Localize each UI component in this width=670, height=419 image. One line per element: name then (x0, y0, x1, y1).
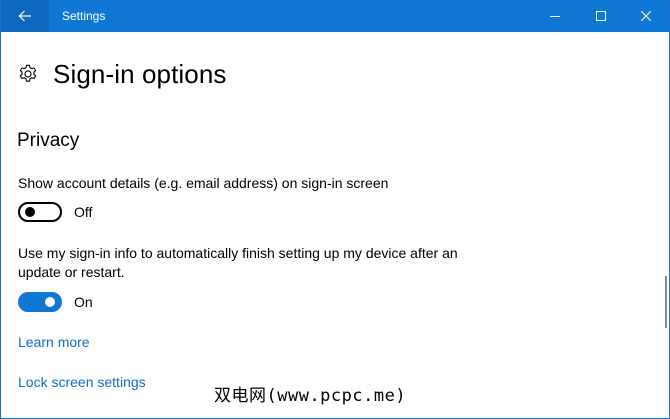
toggle-knob (45, 297, 55, 307)
scrollbar-thumb[interactable] (665, 276, 667, 328)
close-button[interactable] (623, 0, 669, 32)
use-signin-info-label: Use my sign-in info to automatically fin… (18, 245, 458, 280)
show-account-details-toggle[interactable] (18, 202, 62, 222)
use-signin-info-state: On (74, 294, 93, 310)
page-title: Sign-in options (53, 59, 227, 89)
minimize-button[interactable] (532, 0, 578, 32)
page-header: Sign-in options (17, 58, 227, 90)
show-account-details-state: Off (74, 204, 93, 220)
title-bar: Settings (1, 0, 669, 32)
watermark-text: 双电网(www.pcpc.me) (214, 386, 407, 406)
back-button[interactable] (1, 0, 49, 32)
close-icon (641, 11, 651, 21)
settings-window: Settings Sign-in options Privacy Show ac… (0, 0, 670, 419)
privacy-heading: Privacy (17, 130, 80, 151)
use-signin-info-toggle[interactable] (18, 292, 62, 312)
minimize-icon (550, 16, 560, 17)
toggle-knob (25, 207, 35, 217)
maximize-icon (596, 11, 606, 21)
maximize-button[interactable] (578, 0, 624, 32)
window-title: Settings (62, 9, 106, 23)
learn-more-link[interactable]: Learn more (18, 333, 90, 352)
show-account-details-label: Show account details (e.g. email address… (18, 175, 389, 191)
gear-icon (17, 63, 39, 85)
back-arrow-icon (18, 10, 31, 22)
lock-screen-settings-link[interactable]: Lock screen settings (18, 373, 146, 392)
